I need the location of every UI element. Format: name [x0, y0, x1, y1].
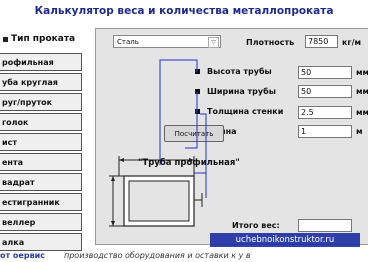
footer-brand: от оервис — [0, 251, 45, 260]
total-weight-output — [298, 219, 352, 232]
footer-description: производство оборудования и оставки к у … — [64, 251, 251, 260]
total-weight-label: Итого вес: — [232, 221, 280, 230]
watermark: uchebnoikonstruktor.ru — [210, 233, 360, 247]
shape-name: "Труба профильная" — [138, 158, 240, 168]
